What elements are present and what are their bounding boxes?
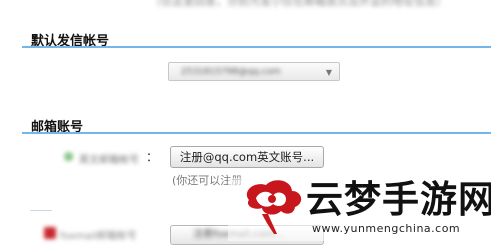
account-label: 英文邮箱帐号 xyxy=(79,155,139,166)
section-divider xyxy=(22,46,491,48)
foxmail-account-label: foxmail邮箱帐号 xyxy=(60,231,137,242)
section-divider xyxy=(22,132,491,134)
default-sender-value: 2531815798@qq.com xyxy=(181,67,281,77)
watermark-site-url: www.yunmengchina.com xyxy=(312,222,461,235)
chevron-down-icon: ▼ xyxy=(325,68,332,77)
account-label-colon: ： xyxy=(146,150,159,164)
default-sender-select[interactable]: 2531815798@qq.com ▼ xyxy=(168,62,340,81)
foxmail-icon xyxy=(44,227,56,239)
divider xyxy=(30,210,52,211)
top-hint-text: （仅这里回答，分别为发小仅在邮箱首页及外显的地址信息） xyxy=(150,0,447,8)
watermark-logo-icon xyxy=(246,180,302,234)
watermark-site-name: 云梦手游网 xyxy=(306,178,491,221)
qq-account-icon xyxy=(64,152,73,161)
register-qq-account-button[interactable]: 注册@qq.com英文账号... xyxy=(170,146,324,168)
